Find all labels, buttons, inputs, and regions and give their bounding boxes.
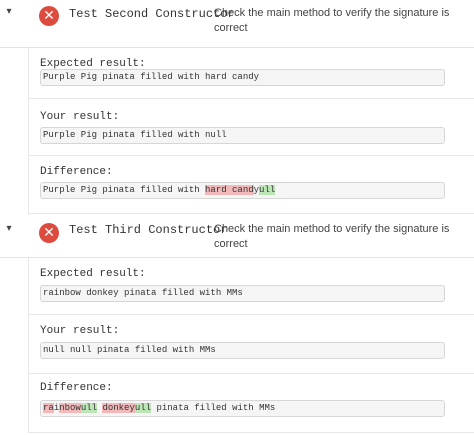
- diff-unchanged-text: Purple Pig pinata filled with: [43, 185, 206, 195]
- difference-block: Difference: Purple Pig pinata filled wit…: [28, 156, 474, 214]
- your-result-block: Your result: Purple Pig pinata filled wi…: [28, 99, 474, 156]
- difference-block: Difference: rainbowull donkeyull pinata …: [28, 374, 474, 433]
- fail-x-icon: ✕: [39, 223, 59, 243]
- test-card: ▾ ✕ Test Third Constructor Check the mai…: [0, 214, 474, 433]
- difference-label: Difference:: [40, 166, 113, 178]
- diff-deleted-text: ra: [43, 403, 54, 413]
- diff-inserted-text: ull: [80, 403, 98, 413]
- expected-result-value: rainbow donkey pinata filled with MMs: [40, 285, 445, 302]
- expected-result-label: Expected result:: [40, 268, 146, 280]
- test-header[interactable]: ▾ ✕ Test Second Constructor Check the ma…: [0, 0, 474, 48]
- diff-deleted-text: hard cand: [205, 185, 254, 195]
- your-result-block: Your result: null null pinata filled wit…: [28, 315, 474, 374]
- difference-value: rainbowull donkeyull pinata filled with …: [40, 400, 445, 417]
- expected-result-block: Expected result: rainbow donkey pinata f…: [28, 258, 474, 315]
- diff-deleted-text: nbow: [59, 403, 81, 413]
- expected-result-value: Purple Pig pinata filled with hard candy: [40, 69, 445, 86]
- test-name: Test Second Constructor: [69, 7, 235, 21]
- your-result-label: Your result:: [40, 325, 120, 337]
- fail-x-icon: ✕: [39, 6, 59, 26]
- your-result-label: Your result:: [40, 111, 120, 123]
- diff-deleted-text: onkey: [107, 403, 135, 413]
- chevron-down-icon[interactable]: ▾: [3, 6, 15, 18]
- expected-result-block: Expected result: Purple Pig pinata fille…: [28, 48, 474, 99]
- your-result-value: Purple Pig pinata filled with null: [40, 127, 445, 144]
- test-description: Check the main method to verify the sign…: [214, 7, 450, 34]
- test-description: Check the main method to verify the sign…: [214, 223, 450, 250]
- test-name: Test Third Constructor: [69, 223, 228, 237]
- diff-inserted-text: ull: [259, 185, 276, 195]
- diff-inserted-text: ull: [134, 403, 152, 413]
- your-result-value: null null pinata filled with MMs: [40, 342, 445, 359]
- chevron-down-icon[interactable]: ▾: [3, 223, 15, 235]
- test-header[interactable]: ▾ ✕ Test Third Constructor Check the mai…: [0, 214, 474, 258]
- difference-value: Purple Pig pinata filled with hard candy…: [40, 182, 445, 199]
- test-card: ▾ ✕ Test Second Constructor Check the ma…: [0, 0, 474, 214]
- difference-label: Difference:: [40, 382, 113, 394]
- diff-unchanged-text: pinata filled with MMs: [151, 403, 276, 413]
